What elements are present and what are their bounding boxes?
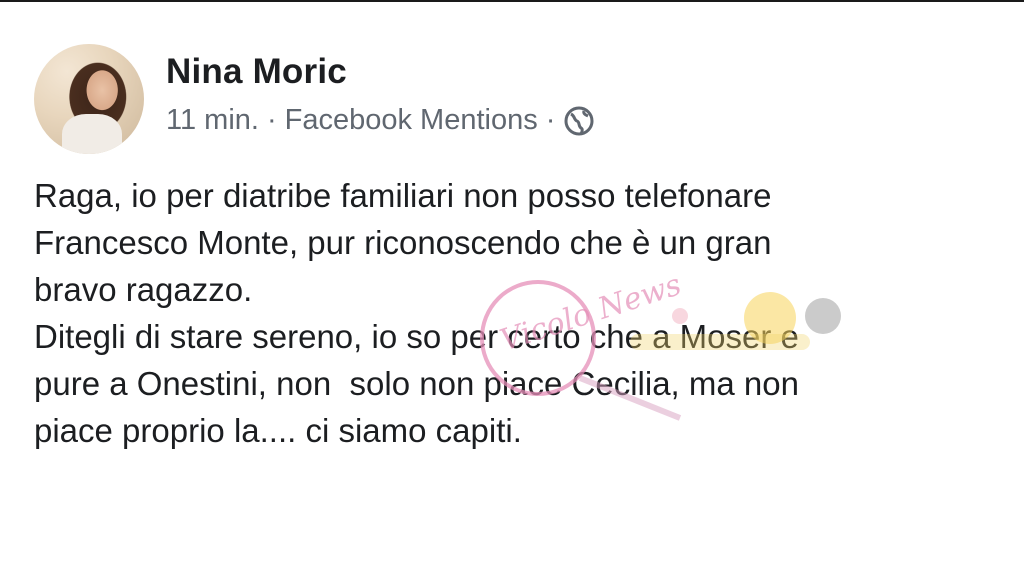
author-name[interactable]: Nina Moric	[166, 52, 347, 92]
post-line: pure a Onestini, non solo non piace Ceci…	[34, 365, 799, 402]
post-time[interactable]: 11 min.	[166, 104, 259, 137]
post-body: Raga, io per diatribe familiari non poss…	[34, 172, 994, 454]
post-meta: 11 min. · Facebook Mentions ·	[166, 104, 595, 137]
meta-separator: ·	[545, 104, 556, 136]
top-border	[0, 0, 1024, 2]
post-source: Facebook Mentions	[284, 104, 538, 136]
avatar[interactable]	[34, 44, 144, 154]
post-line: piace proprio la.... ci siamo capiti.	[34, 412, 522, 449]
post-line: Raga, io per diatribe familiari non poss…	[34, 177, 772, 214]
post-line: bravo ragazzo.	[34, 271, 253, 308]
post-line: Francesco Monte, pur riconoscendo che è …	[34, 224, 772, 261]
globe-icon[interactable]	[563, 105, 595, 137]
meta-separator: ·	[266, 104, 277, 136]
post-line: Ditegli di stare sereno, io so per certo…	[34, 318, 799, 355]
